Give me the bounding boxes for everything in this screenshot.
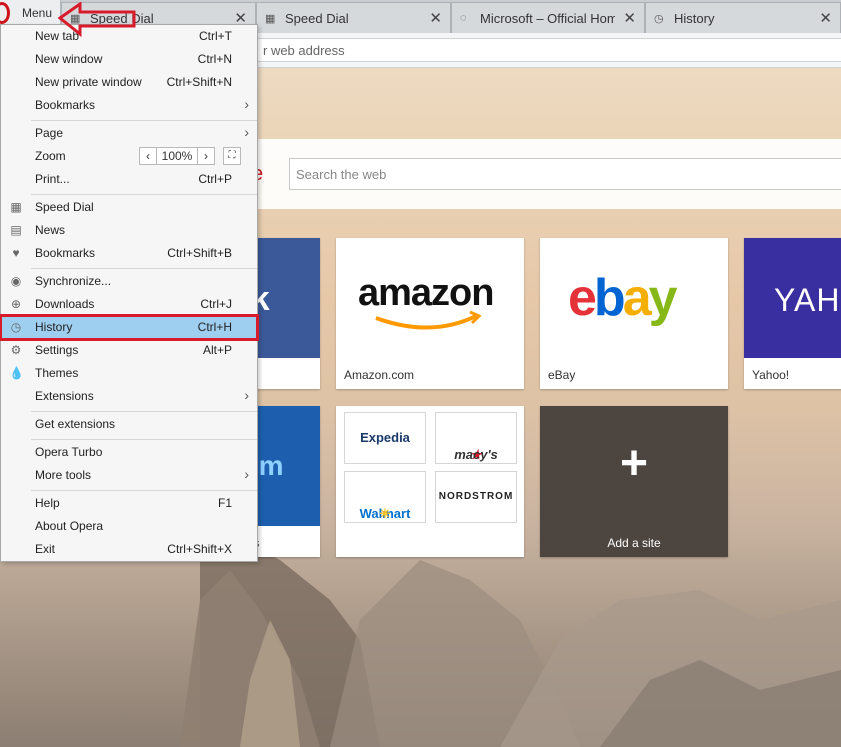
menu-item-speed-dial[interactable]: ▦ Speed Dial	[1, 196, 257, 219]
menu-item-history[interactable]: ◷ History Ctrl+H	[0, 314, 259, 341]
menu-item-exit[interactable]: Exit Ctrl+Shift+X	[1, 538, 257, 561]
ebay-logo: ebay	[568, 269, 678, 327]
clock-icon: ◷	[10, 320, 22, 334]
zoom-out-button[interactable]: ‹	[139, 147, 157, 165]
menu-separator	[31, 268, 257, 269]
menu-item-print[interactable]: Print... Ctrl+P	[1, 168, 257, 191]
person-icon: ◉	[10, 274, 22, 288]
tab-speed-dial-2[interactable]: ▦ Speed Dial ✕	[256, 2, 451, 33]
menu-item-themes[interactable]: 💧 Themes	[1, 362, 257, 385]
menu-item-new-window[interactable]: New window Ctrl+N	[1, 48, 257, 71]
close-icon[interactable]: ✕	[623, 9, 636, 27]
menu-separator	[31, 490, 257, 491]
menu-item-about-opera[interactable]: About Opera	[1, 515, 257, 538]
address-field[interactable]: r web address	[244, 38, 841, 62]
news-icon: ▤	[10, 223, 22, 237]
search-panel: e Search the web	[200, 139, 841, 209]
search-placeholder: Search the web	[296, 167, 387, 182]
tab-microsoft[interactable]: ◌ Microsoft – Official Home ✕	[451, 2, 645, 33]
add-site-tile[interactable]: + Add a site	[540, 406, 728, 557]
drop-icon: 💧	[9, 366, 24, 380]
menu-separator	[31, 411, 257, 412]
chevron-right-icon: ›	[244, 124, 249, 140]
speed-dial-icon: ▦	[265, 13, 276, 25]
folder-item-walmart[interactable]: Walmart ✳	[344, 471, 426, 523]
menu-item-zoom: Zoom ‹ 100% › ⛶	[1, 145, 257, 168]
speed-dial-tile-yahoo[interactable]: YAHO Yahoo!	[744, 238, 841, 389]
clock-icon: ◷	[654, 13, 664, 25]
annotation-arrow-icon	[58, 2, 136, 38]
download-icon: ⊕	[10, 297, 22, 311]
tile-caption: Yahoo!	[752, 368, 790, 382]
folder-item-expedia[interactable]: Expedia	[344, 412, 426, 464]
menu-item-synchronize[interactable]: ◉ Synchronize...	[1, 270, 257, 293]
loading-icon: ◌	[460, 12, 467, 24]
menu-separator	[31, 194, 257, 195]
chevron-right-icon: ›	[244, 466, 249, 482]
yahoo-thumbnail: YAHO	[744, 238, 841, 358]
menu-button-label: Menu	[22, 6, 53, 20]
menu-separator	[31, 120, 257, 121]
tile-caption: eBay	[548, 368, 576, 382]
menu-separator	[31, 439, 257, 440]
tile-caption: Amazon.com	[344, 368, 415, 382]
folder-item-macys[interactable]: ★ macy's	[435, 412, 517, 464]
zoom-level: 100%	[156, 147, 198, 165]
tab-history[interactable]: ◷ History ✕	[645, 2, 841, 33]
chevron-right-icon: ›	[244, 387, 249, 403]
menu-item-extensions[interactable]: Extensions ›	[1, 385, 257, 408]
menu-item-opera-turbo[interactable]: Opera Turbo	[1, 441, 257, 464]
speed-dial-icon: ▦	[10, 200, 22, 214]
zoom-in-button[interactable]: ›	[197, 147, 215, 165]
speed-dial-tile-ebay[interactable]: ebay eBay	[540, 238, 728, 389]
tab-title: History	[674, 11, 715, 26]
search-input[interactable]: Search the web	[289, 158, 841, 190]
ebay-thumbnail: ebay	[540, 238, 728, 358]
gear-icon: ⚙	[10, 343, 22, 357]
tab-title: Speed Dial	[285, 11, 349, 26]
heart-icon: ♥	[12, 246, 20, 260]
speed-dial-tile-amazon[interactable]: amazon Amazon.com	[336, 238, 524, 389]
menu-item-settings[interactable]: ⚙ Settings Alt+P	[1, 339, 257, 362]
chevron-right-icon: ›	[244, 96, 249, 112]
opera-logo-icon	[0, 2, 10, 24]
menu-item-news[interactable]: ▤ News	[1, 219, 257, 242]
plus-icon: +	[619, 437, 649, 490]
menu-item-page[interactable]: Page ›	[1, 122, 257, 145]
add-site-label: Add a site	[607, 536, 661, 550]
tab-title: Microsoft – Official Home	[480, 11, 615, 26]
menu-item-help[interactable]: Help F1	[1, 492, 257, 515]
menu-item-new-private-window[interactable]: New private window Ctrl+Shift+N	[1, 71, 257, 94]
address-placeholder: r web address	[263, 43, 345, 58]
close-icon[interactable]: ✕	[819, 9, 832, 27]
amazon-thumbnail: amazon	[336, 238, 524, 358]
opera-main-menu: New tab Ctrl+T New window Ctrl+N New pri…	[0, 24, 259, 562]
close-icon[interactable]: ✕	[429, 9, 442, 27]
menu-item-get-extensions[interactable]: Get extensions	[1, 413, 257, 436]
menu-item-more-tools[interactable]: More tools ›	[1, 464, 257, 487]
menu-item-downloads[interactable]: ⊕ Downloads Ctrl+J	[1, 293, 257, 316]
fullscreen-icon[interactable]: ⛶	[223, 147, 241, 165]
speed-dial-folder[interactable]: Expedia ★ macy's Walmart ✳ NORDSTROM	[336, 406, 524, 557]
folder-item-nordstrom[interactable]: NORDSTROM	[435, 471, 517, 523]
menu-item-bookmarks[interactable]: ♥ Bookmarks Ctrl+Shift+B	[1, 242, 257, 265]
menu-item-bookmarks-submenu[interactable]: Bookmarks ›	[1, 94, 257, 117]
